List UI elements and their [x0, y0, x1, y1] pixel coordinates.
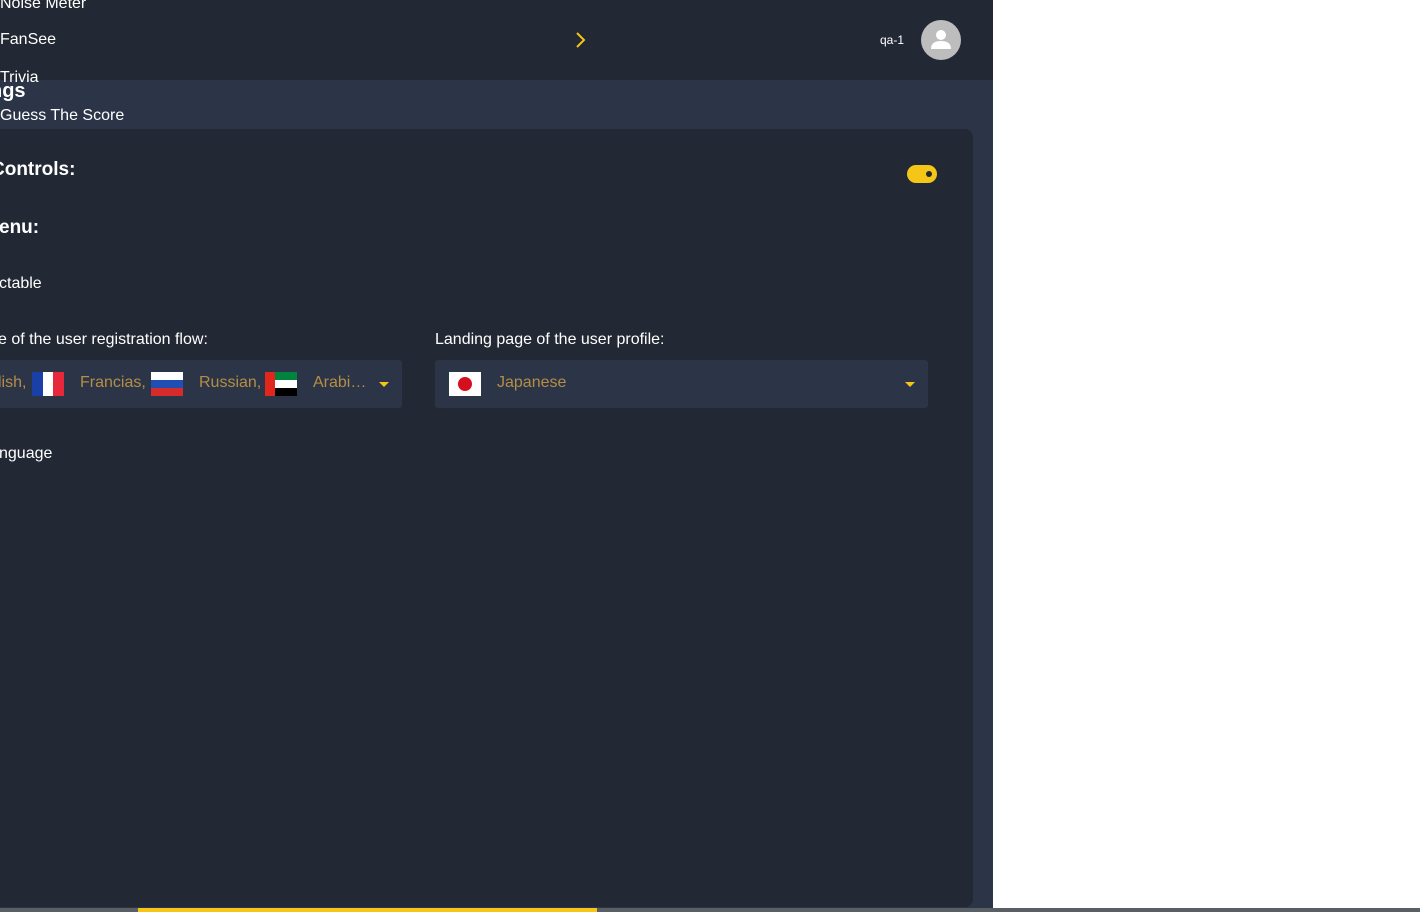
chevron-down-icon — [905, 382, 915, 387]
uae-flag-icon — [265, 372, 297, 396]
nav-item-trivia[interactable]: Trivia — [0, 69, 39, 87]
toggle-knob — [926, 171, 932, 177]
user-icon — [931, 30, 951, 49]
japan-flag-icon — [449, 372, 481, 396]
avatar[interactable] — [921, 20, 961, 60]
language-label: nguage — [0, 445, 53, 462]
registration-language-select[interactable]: lish, Francias, Russian, Arabi… — [0, 360, 402, 408]
settings-panel — [0, 129, 973, 907]
france-flag-icon — [32, 372, 64, 396]
controls-toggle[interactable] — [907, 165, 937, 183]
chevron-right-icon[interactable] — [572, 31, 588, 49]
selectable-label: ctable — [0, 275, 42, 292]
menu-label: enu: — [0, 217, 40, 238]
nav-item-noise-meter[interactable]: Noise Meter — [0, 0, 86, 13]
profile-language-label: Landing page of the user profile: — [435, 331, 665, 348]
app-window: Noise Meter FanSee qa-1 ngs Trivia Guess… — [0, 0, 993, 908]
language-arabic: Arabi… — [313, 374, 367, 391]
russia-flag-icon — [151, 372, 183, 396]
user-name: qa-1 — [880, 33, 905, 47]
language-japanese: Japanese — [497, 374, 567, 391]
language-russian: Russian, — [199, 374, 262, 391]
chevron-down-icon — [379, 382, 389, 387]
registration-language-label: e of the user registration flow: — [0, 331, 208, 348]
nav-item-guess-the-score[interactable]: Guess The Score — [0, 107, 124, 125]
scrollbar-thumb[interactable] — [138, 908, 597, 912]
top-bar: Noise Meter FanSee qa-1 — [0, 0, 993, 80]
profile-language-select[interactable]: Japanese — [435, 360, 928, 408]
controls-label: Controls: — [0, 159, 76, 180]
language-english: lish, — [0, 374, 27, 391]
nav-item-fansee[interactable]: FanSee — [0, 31, 56, 49]
language-french: Francias, — [80, 374, 146, 391]
